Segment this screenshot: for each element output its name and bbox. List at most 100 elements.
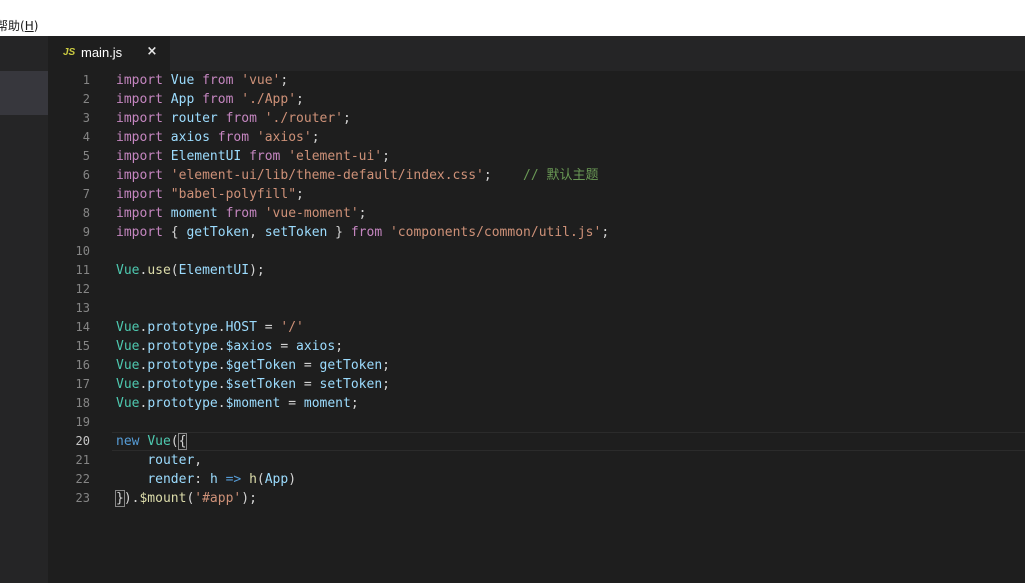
code-token: setToken [264,225,328,240]
code-token: axios [296,339,336,354]
code-token: import [116,149,163,164]
code-token: import [116,130,163,145]
code-line: import 'element-ui/lib/theme-default/ind… [116,166,609,185]
code-line: import Vue from 'vue'; [116,71,609,90]
code-token: . [217,358,226,373]
tab-main-js[interactable]: JS main.js × [48,36,170,71]
code-token: prototype [147,377,218,392]
close-icon[interactable]: × [144,44,160,60]
code-token: import [116,225,163,240]
code-line: Vue.prototype.$axios = axios; [116,337,609,356]
code-line: import ElementUI from 'element-ui'; [116,147,609,166]
code-token: router [147,453,195,468]
code-token: prototype [147,339,218,354]
code-token: from [202,92,234,107]
code-token: = [296,358,320,373]
code-token: from [249,149,281,164]
code-token: Vue [116,339,140,354]
code-token: '/' [280,320,304,335]
code-line: import moment from 'vue-moment'; [116,204,609,223]
code-token: . [217,377,226,392]
code-token: import [116,73,163,88]
code-token: HOST [225,320,257,335]
menu-help[interactable]: 帮助(H) [0,17,38,36]
code-token: h [249,472,257,487]
code-token: prototype [147,358,218,373]
code-token: from [225,111,257,126]
sidebar-selected-item[interactable] [0,71,48,115]
line-number: 4 [82,130,90,144]
code-token: $getToken [225,358,297,373]
line-number: 13 [75,301,90,315]
code-token: h [209,472,218,487]
code-line: Vue.prototype.$setToken = setToken; [116,375,609,394]
line-number: 16 [75,358,90,372]
javascript-file-icon: JS [63,47,76,58]
code-line: import "babel-polyfill"; [116,185,609,204]
code-token: ; [343,111,351,126]
code-token: new [116,434,140,449]
line-number: 8 [82,206,90,220]
code-token: ; [483,168,524,183]
menu-help-label: 帮助( [0,19,25,33]
line-number: 12 [75,282,90,296]
code-token: $axios [225,339,273,354]
line-number: 5 [82,149,90,163]
line-number: 2 [82,92,90,106]
line-number: 9 [82,225,90,239]
code-token: from [202,73,234,88]
code-token: 'vue' [241,73,281,88]
code-token: getToken [186,225,250,240]
code-area[interactable]: import Vue from 'vue'; import App from '.… [115,71,610,508]
code-token: = [296,377,320,392]
code-token: getToken [319,358,383,373]
code-line: Vue.use(ElementUI); [116,261,609,280]
code-token: Vue [116,396,140,411]
code-line: import axios from 'axios'; [116,128,609,147]
code-token: ). [123,491,140,506]
line-number: 14 [75,320,90,334]
code-token: axios [170,130,210,145]
code-token: import [116,111,163,126]
code-line: import App from './App'; [116,90,609,109]
code-token: ; [601,225,610,240]
code-editor[interactable]: 1 2 3 4 5 6 7 8 9 10 11 12 13 14 15 16 17 18 19 20 21 22 23 im… [48,71,1025,583]
line-number: 20 [75,434,90,448]
code-token: ; [382,377,390,392]
code-token: ; [296,187,304,202]
line-number: 1 [82,73,90,87]
menu-help-accesskey: H [24,19,34,33]
code-token: '#app' [194,491,242,506]
code-token: ; [311,130,320,145]
code-token: { [162,225,187,240]
tab-bar: JS main.js × [48,36,1025,71]
line-number: 18 [75,396,90,410]
code-token: . [217,320,226,335]
sidebar [0,36,48,583]
code-token: 'element-ui/lib/theme-default/index.css' [170,168,484,183]
code-token: ; [335,339,344,354]
tab-label: main.js [81,45,123,60]
code-token: } [115,490,125,507]
line-number: 11 [75,263,90,277]
code-line: Vue.prototype.$getToken = getToken; [116,356,609,375]
code-token: render [147,472,195,487]
code-token: ; [382,149,390,164]
code-token: ; [296,92,304,107]
